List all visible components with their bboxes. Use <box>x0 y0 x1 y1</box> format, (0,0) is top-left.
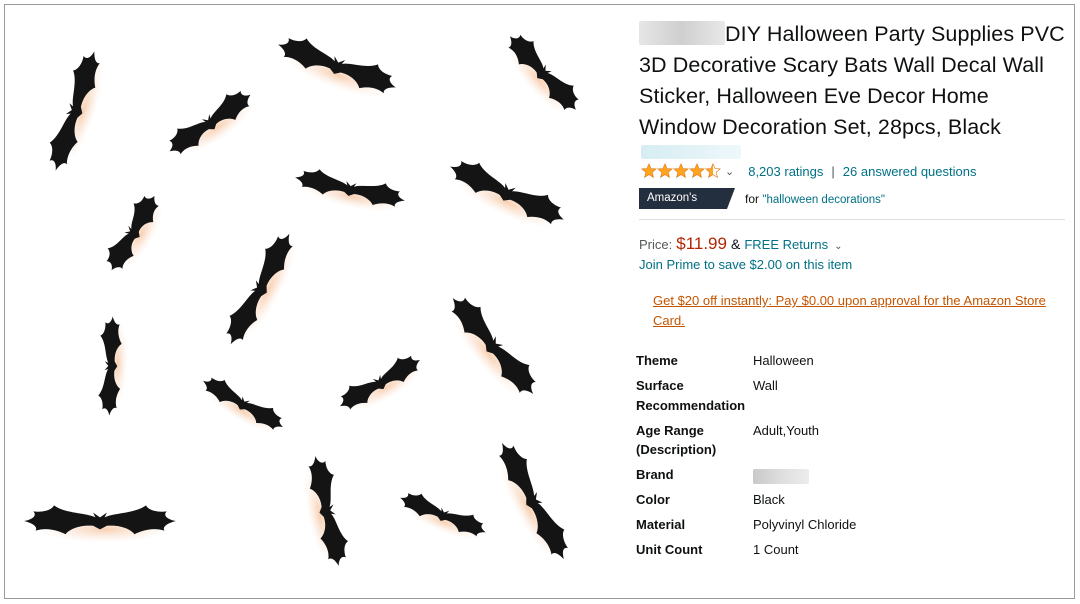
rating-row: ⌄ 8,203 ratings | 26 answered questions <box>639 161 1071 181</box>
star-icon <box>657 163 673 179</box>
redacted-brand-name <box>639 21 725 46</box>
bat-decal <box>394 486 491 548</box>
chevron-down-icon[interactable]: ⌄ <box>834 241 842 252</box>
bat-decal <box>333 348 430 422</box>
bat-decal <box>270 29 402 108</box>
ratings-link[interactable]: 8,203 ratings <box>748 164 823 179</box>
bat-decal <box>291 164 408 219</box>
bat-decal <box>484 436 577 569</box>
spec-value <box>753 465 856 490</box>
product-page: DIY Halloween Party Supplies PVC 3D Deco… <box>4 4 1075 599</box>
separator: | <box>831 163 835 179</box>
spec-row: Color Black <box>636 490 856 515</box>
spec-key: Age Range (Description) <box>636 422 717 458</box>
star-icon <box>689 163 705 179</box>
spec-row: Material Polyvinyl Chloride <box>636 515 856 540</box>
chevron-down-icon[interactable]: ⌄ <box>725 165 734 178</box>
spec-key: Brand <box>636 467 674 482</box>
bat-decal <box>24 505 176 543</box>
spec-row: Age Range (Description) Adult,Youth <box>636 421 856 466</box>
spec-row: Brand <box>636 465 856 490</box>
bat-decal <box>161 82 262 168</box>
spec-key: Material <box>636 517 686 532</box>
star-icon <box>673 163 689 179</box>
spec-value: Wall <box>753 378 778 393</box>
bat-decal <box>99 188 172 281</box>
badge-keyword-link[interactable]: "halloween decorations" <box>762 194 885 206</box>
half-star-icon <box>705 163 721 179</box>
price-row: Price: $11.99 & FREE Returns ⌄ <box>639 234 1071 254</box>
price-label: Price: <box>639 237 673 252</box>
bat-decal <box>441 152 571 240</box>
bat-decal <box>436 287 546 408</box>
store-card-offer-link[interactable]: Get $20 off instantly: Pay $0.00 upon ap… <box>653 291 1053 331</box>
prime-offer-link[interactable]: Join Prime to save $2.00 on this item <box>639 257 1071 272</box>
bat-decal <box>495 26 587 124</box>
bat-decal <box>217 226 307 354</box>
spec-key: Surface Recommendation <box>636 378 746 413</box>
spec-row: Theme Halloween <box>636 351 856 376</box>
answered-questions-link[interactable]: 26 answered questions <box>843 164 977 179</box>
free-returns-link[interactable]: FREE Returns <box>744 237 828 252</box>
product-specs-table: Theme Halloween Surface Recommendation Wal… <box>636 351 856 565</box>
spec-value: Black <box>753 492 785 507</box>
divider <box>639 219 1065 220</box>
redacted-brand-value <box>753 469 809 485</box>
product-details: DIY Halloween Party Supplies PVC 3D Deco… <box>636 19 1071 565</box>
bat-decal <box>97 316 129 417</box>
badge-for-text: for "halloween decorations" <box>745 192 885 206</box>
spec-value: Adult,Youth <box>753 422 820 438</box>
amazons-choice-badge: Amazon's Choice <box>639 188 735 209</box>
spec-value: Polyvinyl Chloride <box>753 517 857 532</box>
badge-prefix: Amazon's <box>647 192 698 204</box>
price-amp: & <box>730 236 741 252</box>
bat-decal <box>295 453 353 570</box>
spec-row: Surface Recommendation Wall <box>636 376 856 421</box>
spec-value: Halloween <box>753 353 814 368</box>
spec-key: Theme <box>636 353 678 368</box>
star-rating[interactable] <box>641 163 721 179</box>
price-value: $11.99 <box>676 234 727 253</box>
product-image[interactable] <box>15 11 615 599</box>
spec-key: Unit Count <box>636 542 703 557</box>
badge-for-label: for <box>745 191 760 206</box>
star-icon <box>641 163 657 179</box>
spec-row: Unit Count 1 Count <box>636 540 856 565</box>
spec-key: Color <box>636 492 670 507</box>
redacted-store-link[interactable] <box>641 145 741 159</box>
product-title[interactable]: DIY Halloween Party Supplies PVC 3D Deco… <box>639 19 1071 143</box>
amazons-choice-row: Amazon's Choice for "halloween decoratio… <box>639 188 1071 209</box>
bat-decal <box>194 370 289 442</box>
bat-decal <box>42 46 114 177</box>
spec-value: 1 Count <box>753 542 799 557</box>
